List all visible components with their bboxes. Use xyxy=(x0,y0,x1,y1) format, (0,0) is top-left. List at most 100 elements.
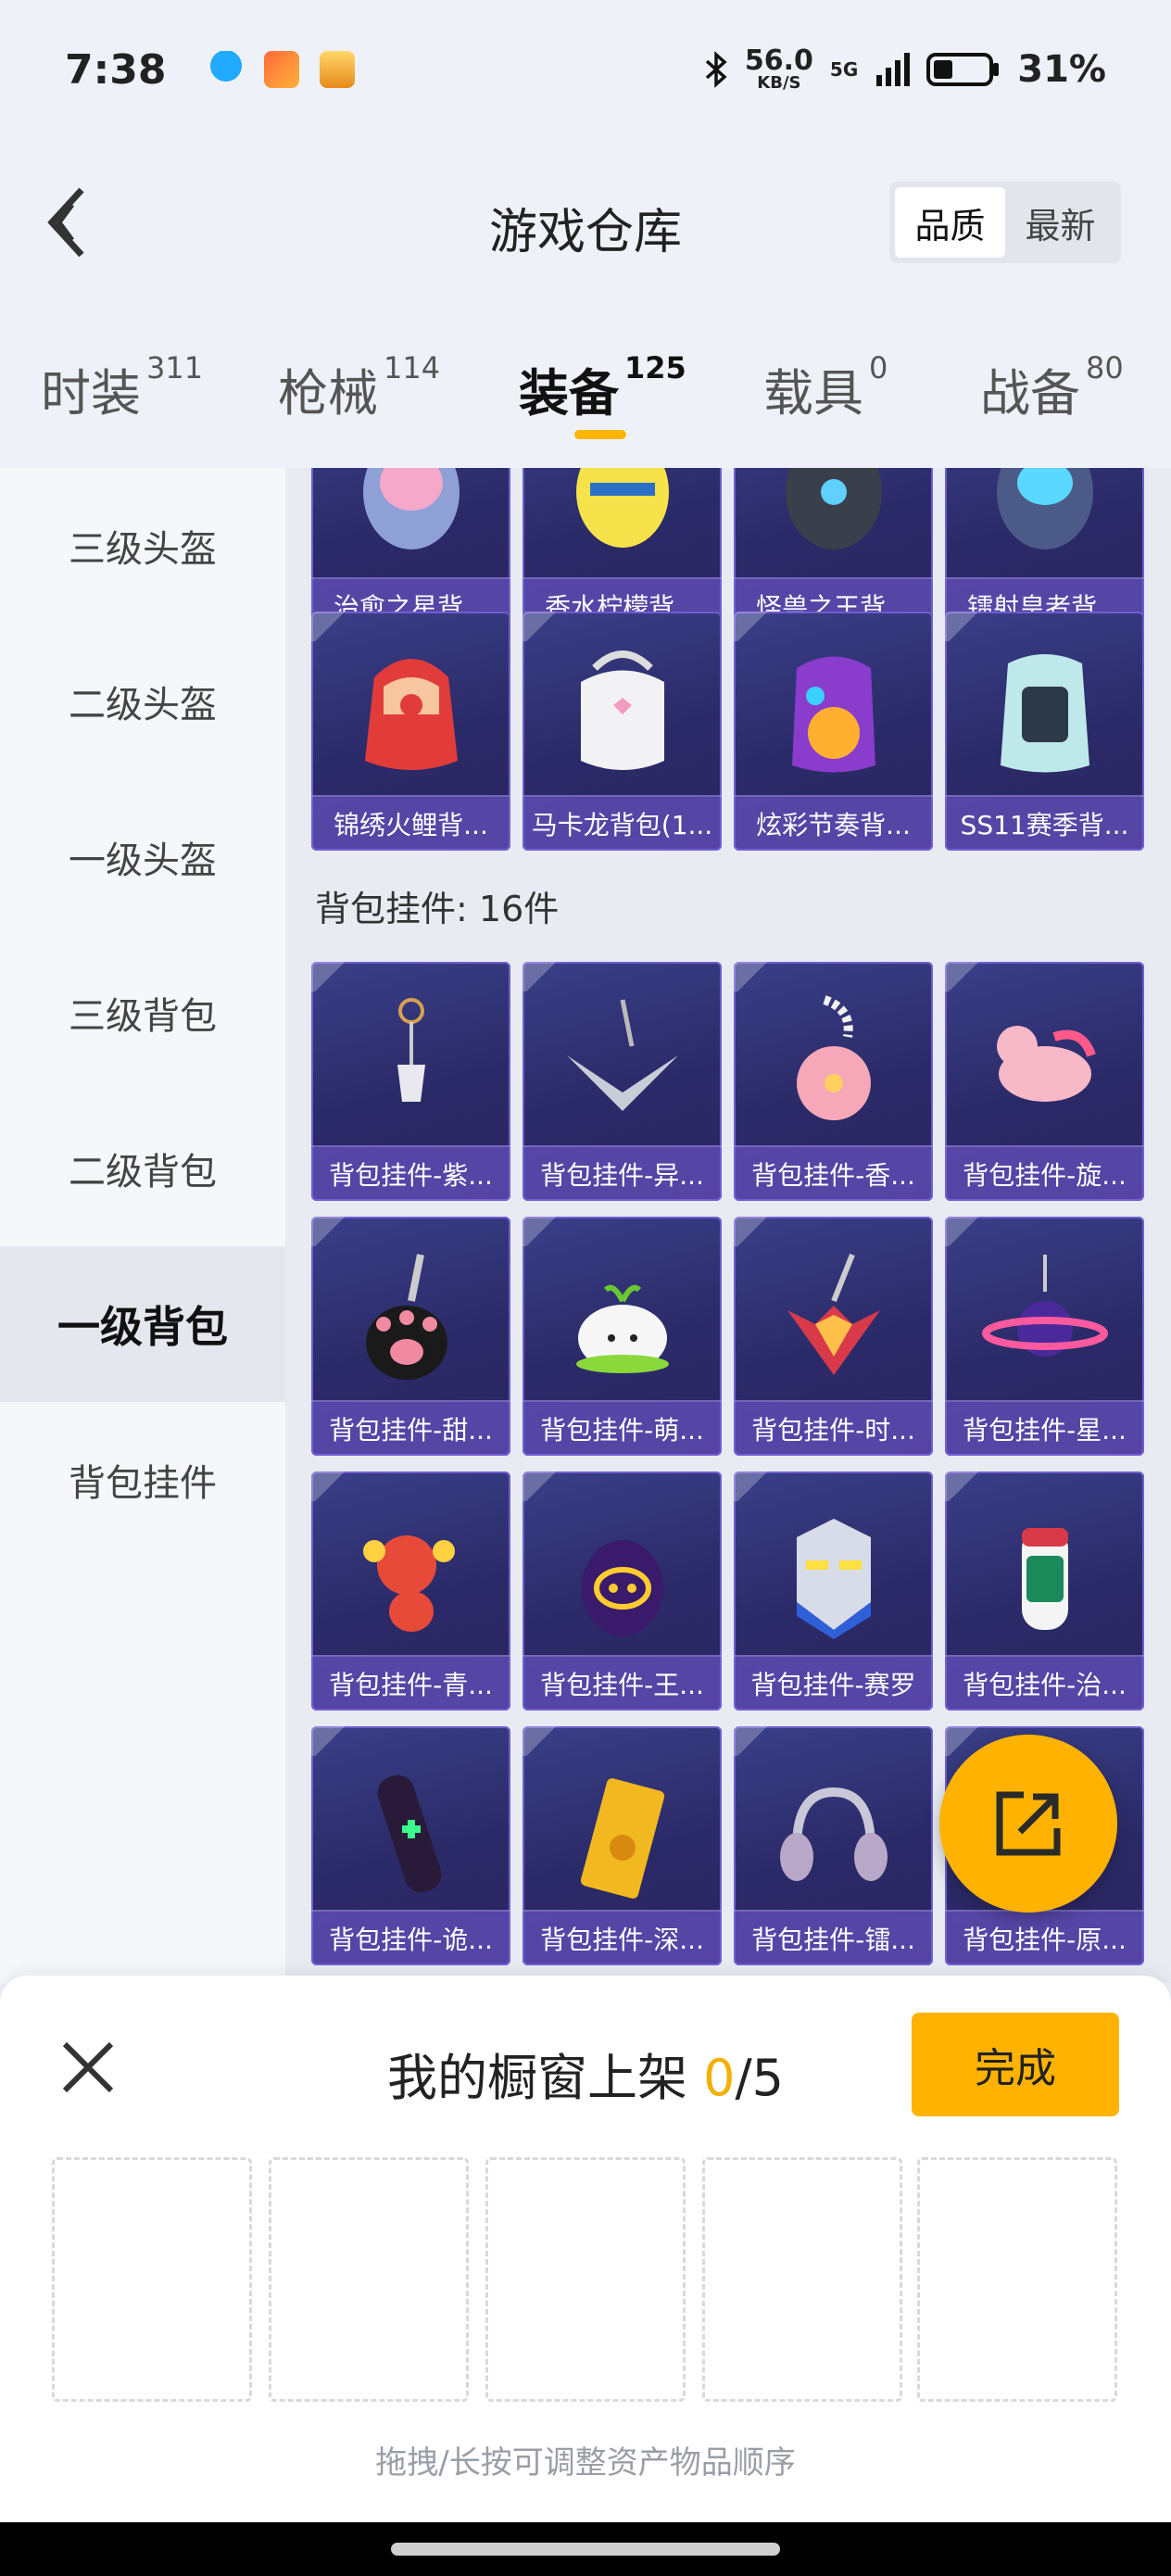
item-name: 马卡龙背包(1... xyxy=(523,795,722,851)
sidebar-item-pendant[interactable]: 背包挂件 xyxy=(0,1402,285,1558)
item-card[interactable]: 背包挂件-香... xyxy=(734,962,933,1201)
pendant-image xyxy=(330,986,492,1143)
item-name: 背包挂件-香... xyxy=(734,1145,933,1201)
share-icon xyxy=(996,1791,1061,1856)
item-name: 背包挂件-紫... xyxy=(311,1145,510,1201)
item-card[interactable]: 马卡龙背包(1... xyxy=(523,612,722,851)
network-speed: 56.0 KB/S xyxy=(744,44,813,93)
pendant-image xyxy=(963,1241,1126,1398)
item-card[interactable]: 背包挂件-时... xyxy=(734,1217,933,1456)
tab-vehicles[interactable]: 载具 0 xyxy=(763,350,888,425)
sidebar-item-lv1-backpack[interactable]: 一级背包 xyxy=(0,1246,285,1402)
item-card[interactable]: 背包挂件-深... xyxy=(523,1726,722,1965)
sort-quality-button[interactable]: 品质 xyxy=(895,187,1005,258)
pendant-image xyxy=(330,1750,492,1908)
backpack-image xyxy=(752,636,914,793)
item-card[interactable]: 背包挂件-镭... xyxy=(734,1726,933,1965)
section-header: 背包挂件: 16件 xyxy=(315,889,560,929)
item-card[interactable]: 镭射皇者背... xyxy=(945,468,1144,633)
backpack-image xyxy=(541,636,703,793)
item-card[interactable]: 怪兽之王背... xyxy=(734,468,933,633)
item-name: 背包挂件-原... xyxy=(945,1910,1144,1965)
tab-supplies[interactable]: 战备 80 xyxy=(980,350,1124,425)
category-tabs: 时装 311 枪械 114 装备 125 载具 0 战备 80 xyxy=(0,324,1171,463)
item-name: 背包挂件-异... xyxy=(523,1145,722,1201)
status-bar: 7:38 56.0 KB/S 5G 31% xyxy=(0,0,1171,139)
showcase-slot[interactable] xyxy=(702,2157,902,2402)
item-name: 背包挂件-青... xyxy=(311,1655,510,1711)
pendant-image xyxy=(752,1496,914,1653)
item-name: 背包挂件-诡... xyxy=(311,1910,510,1965)
item-name: 背包挂件-赛罗 xyxy=(734,1655,933,1711)
item-card[interactable]: 炫彩节奏背... xyxy=(734,612,933,851)
item-card[interactable]: 治愈之星背... xyxy=(311,468,510,633)
item-card[interactable]: 背包挂件-紫... xyxy=(311,962,510,1201)
pendant-image xyxy=(541,986,703,1143)
share-button[interactable] xyxy=(939,1735,1117,1913)
item-card[interactable]: 背包挂件-青... xyxy=(311,1471,510,1711)
network-type: 5G xyxy=(829,58,859,81)
signal-icon xyxy=(876,53,911,86)
reorder-hint: 拖拽/长按可调整资产物品顺序 xyxy=(375,2444,796,2481)
pendant-image xyxy=(752,1241,914,1398)
sidebar-item-lv2-helmet[interactable]: 二级头盔 xyxy=(0,624,285,779)
item-name: 背包挂件-星... xyxy=(945,1400,1144,1456)
qq-icon xyxy=(208,51,245,88)
item-card[interactable]: 背包挂件-甜... xyxy=(311,1217,510,1456)
header: 游戏仓库 品质 最新 xyxy=(0,148,1171,297)
pendant-image xyxy=(330,1496,492,1653)
item-name: 背包挂件-甜... xyxy=(311,1400,510,1456)
showcase-slot[interactable] xyxy=(52,2157,252,2402)
battery-level: 31% xyxy=(1017,48,1106,91)
pendant-image xyxy=(752,986,914,1143)
sort-latest-button[interactable]: 最新 xyxy=(1005,187,1115,258)
item-card[interactable]: 背包挂件-星... xyxy=(945,1217,1144,1456)
active-tab-indicator xyxy=(574,430,626,439)
done-button[interactable]: 完成 xyxy=(912,2013,1119,2116)
item-name: 背包挂件-王... xyxy=(523,1655,722,1711)
clock: 7:38 xyxy=(65,45,167,94)
pendant-image xyxy=(541,1750,703,1908)
item-card[interactable]: 背包挂件-萌... xyxy=(523,1217,722,1456)
showcase-slot[interactable] xyxy=(917,2157,1117,2402)
pendant-image xyxy=(541,1241,703,1398)
item-card[interactable]: 背包挂件-赛罗 xyxy=(734,1471,933,1711)
item-name: 背包挂件-镭... xyxy=(734,1910,933,1965)
item-card[interactable]: 香水柠檬背... xyxy=(523,468,722,633)
item-card[interactable]: 背包挂件-治... xyxy=(945,1471,1144,1711)
battery-icon xyxy=(926,53,1000,86)
pendant-image xyxy=(752,1750,914,1908)
backpack-image xyxy=(752,468,914,575)
backpack-image xyxy=(963,468,1126,575)
tab-weapons[interactable]: 枪械 114 xyxy=(278,350,440,425)
item-card[interactable]: 背包挂件-异... xyxy=(523,962,722,1201)
sidebar-item-lv1-helmet[interactable]: 一级头盔 xyxy=(0,779,285,935)
item-name: 背包挂件-时... xyxy=(734,1400,933,1456)
item-card[interactable]: 锦绣火鲤背... xyxy=(311,612,510,851)
backpack-image xyxy=(541,468,703,575)
sidebar-item-lv3-helmet[interactable]: 三级头盔 xyxy=(0,468,285,624)
tab-fashion[interactable]: 时装 311 xyxy=(41,350,203,425)
home-indicator[interactable] xyxy=(391,2543,780,2556)
item-name: 背包挂件-萌... xyxy=(523,1400,722,1456)
showcase-panel: 我的橱窗上架 0/5 完成 拖拽/长按可调整资产物品顺序 xyxy=(0,1976,1171,2522)
pendant-image xyxy=(330,1241,492,1398)
pendant-image xyxy=(963,1496,1126,1653)
sort-toggle: 品质 最新 xyxy=(889,182,1121,263)
sidebar-item-lv3-backpack[interactable]: 三级背包 xyxy=(0,935,285,1091)
backpack-image xyxy=(963,636,1126,793)
item-card[interactable]: 背包挂件-诡... xyxy=(311,1726,510,1965)
item-card[interactable]: 背包挂件-旋... xyxy=(945,962,1144,1201)
tab-equipment[interactable]: 装备 125 xyxy=(519,350,686,425)
news-app-icon xyxy=(320,51,356,88)
item-card[interactable]: SS11赛季背... xyxy=(945,612,1144,851)
item-card[interactable]: 背包挂件-王... xyxy=(523,1471,722,1711)
item-name: 炫彩节奏背... xyxy=(734,795,933,851)
pendant-image xyxy=(963,986,1126,1143)
showcase-slot[interactable] xyxy=(269,2157,469,2402)
navigation-bar xyxy=(0,2522,1171,2576)
sidebar-item-lv2-backpack[interactable]: 二级背包 xyxy=(0,1091,285,1246)
showcase-slot[interactable] xyxy=(485,2157,686,2402)
bluetooth-icon xyxy=(705,51,727,88)
backpack-image xyxy=(330,636,492,793)
